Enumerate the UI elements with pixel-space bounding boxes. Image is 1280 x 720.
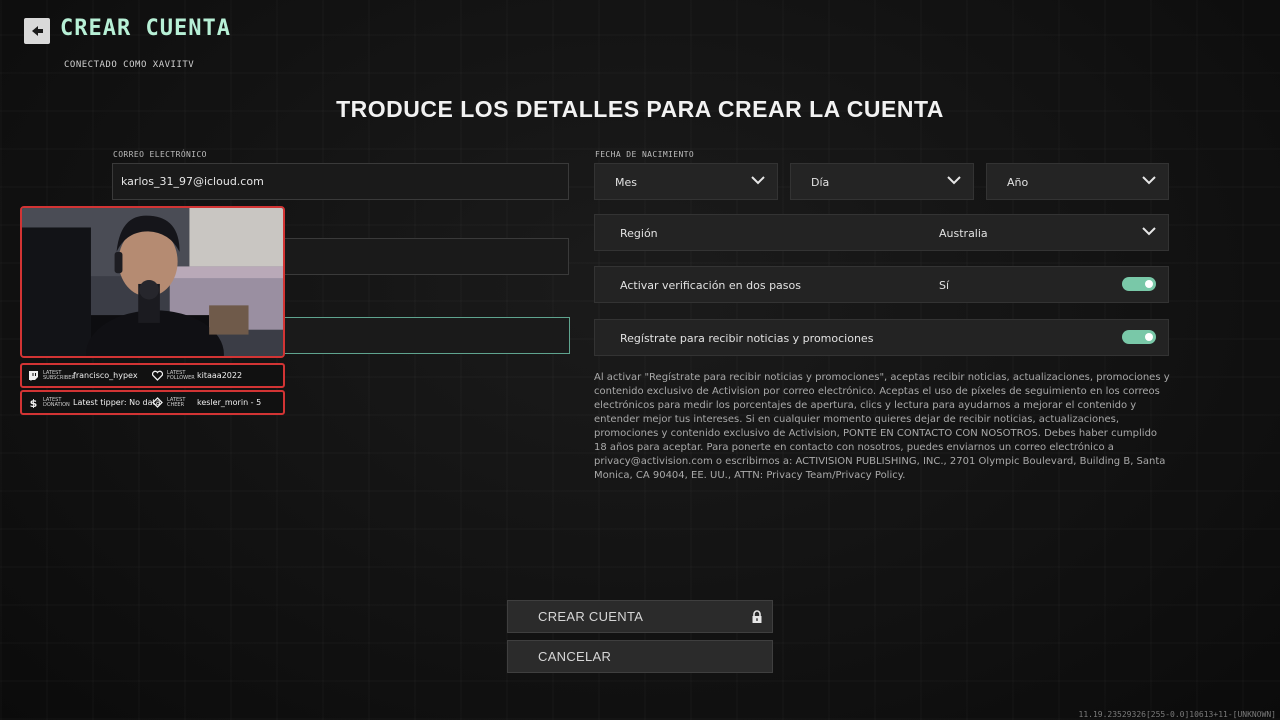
email-field[interactable]: karlos_31_97@icloud.com [112, 163, 569, 200]
create-account-button[interactable]: CREAR CUENTA [507, 600, 773, 633]
region-label: Región [620, 227, 658, 240]
back-button[interactable] [24, 18, 50, 44]
toggle-knob [1145, 333, 1153, 341]
connected-as-label: CONECTADO COMO XAVIITV [64, 60, 195, 70]
month-value: Mes [615, 176, 637, 189]
lock-icon [752, 610, 762, 623]
create-account-label: CREAR CUENTA [538, 609, 644, 624]
two-factor-value: Sí [939, 279, 950, 292]
latest-donation: $ LATEST DONATION Latest tipper: No data [28, 392, 161, 413]
toggle-knob [1145, 280, 1153, 288]
arrow-left-icon [32, 26, 43, 36]
chevron-down-icon [947, 176, 961, 185]
twitch-icon [29, 371, 38, 381]
two-factor-row: Activar verificación en dos pasos Sí [594, 266, 1169, 303]
dollar-icon: $ [30, 397, 38, 408]
latest-follower: LATEST FOLLOWER kitaaa2022 [152, 365, 242, 386]
cancel-button[interactable]: CANCELAR [507, 640, 773, 673]
year-select[interactable]: Año [986, 163, 1169, 200]
heart-icon [152, 370, 163, 381]
month-select[interactable]: Mes [594, 163, 778, 200]
latest-subscriber: LATEST SUBSCRIBER francisco_hypex [28, 365, 138, 386]
cancel-label: CANCELAR [538, 649, 612, 664]
chevron-down-icon [1142, 176, 1156, 185]
page-title: CREAR CUENTA [60, 16, 231, 41]
form-heading: TRODUCE LOS DETALLES PARA CREAR LA CUENT… [336, 96, 944, 122]
day-value: Día [811, 176, 830, 189]
newsletter-toggle[interactable] [1122, 330, 1156, 344]
region-select[interactable]: Región Australia [594, 214, 1169, 251]
alerts-row-2: $ LATEST DONATION Latest tipper: No data… [20, 390, 285, 415]
svg-text:$: $ [30, 397, 38, 408]
newsletter-row: Regístrate para recibir noticias y promo… [594, 319, 1169, 356]
donation-label: LATEST DONATION [43, 396, 70, 408]
dob-label: FECHA DE NACIMIENTO [595, 150, 695, 159]
legal-text: Al activar "Regístrate para recibir noti… [594, 372, 1170, 481]
subscriber-label: LATEST SUBSCRIBER [43, 369, 75, 381]
follower-value: kitaaa2022 [197, 371, 243, 380]
webcam-overlay [20, 206, 285, 358]
donation-value: Latest tipper: No data [73, 398, 161, 407]
follower-label: LATEST FOLLOWER [167, 369, 195, 381]
alerts-row-1: LATEST SUBSCRIBER francisco_hypex LATEST… [20, 363, 285, 388]
subscriber-value: francisco_hypex [73, 371, 138, 380]
cheer-value: kesler_morin - 5 [197, 398, 262, 407]
cheer-label: LATEST CHEER [167, 396, 186, 408]
build-version: 11.19.23529326[255-0.0]10613+11-[UNKNOWN… [1078, 710, 1276, 719]
day-select[interactable]: Día [790, 163, 974, 200]
region-value: Australia [939, 227, 988, 240]
email-value: karlos_31_97@icloud.com [121, 175, 264, 188]
two-factor-label: Activar verificación en dos pasos [620, 279, 801, 292]
email-label: CORREO ELECTRÓNICO [113, 150, 207, 159]
chevron-down-icon [1142, 227, 1156, 236]
diamond-icon [152, 397, 163, 408]
newsletter-label: Regístrate para recibir noticias y promo… [620, 332, 874, 345]
year-value: Año [1007, 176, 1029, 189]
two-factor-toggle[interactable] [1122, 277, 1156, 291]
chevron-down-icon [751, 176, 765, 185]
latest-cheer: LATEST CHEER kesler_morin - 5 [152, 392, 261, 413]
webcam-feed-image [22, 208, 283, 356]
